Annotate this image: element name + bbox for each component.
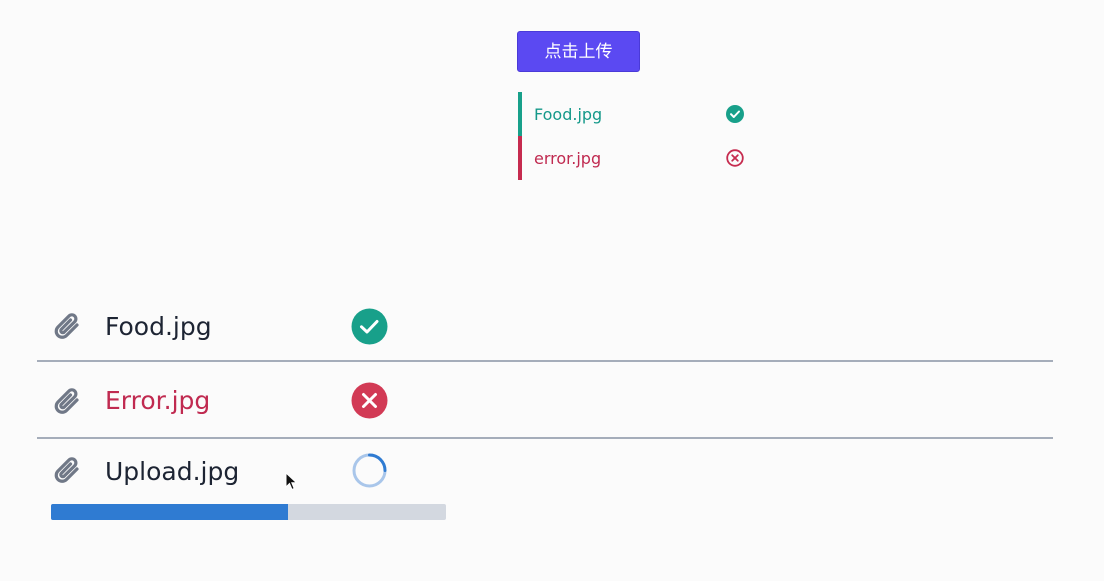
upload-progress-fill [51,504,288,520]
spinner-icon [352,453,387,488]
file-item-error[interactable]: error.jpg [518,136,758,180]
x-circle-outline-icon [726,149,744,167]
file-name: Upload.jpg [105,457,240,486]
file-row-success[interactable]: Food.jpg [37,298,1053,362]
paperclip-icon [54,388,79,414]
file-list: Food.jpg Error.jpg Upload.jpg [37,298,1053,539]
file-row-error[interactable]: Error.jpg [37,362,1053,439]
upload-button[interactable]: 点击上传 [517,31,640,72]
file-name: Error.jpg [105,386,211,415]
check-circle-icon [726,105,744,123]
file-name: Food.jpg [105,312,212,341]
file-name: Food.jpg [534,105,603,124]
x-circle-icon [351,382,388,419]
check-circle-icon [351,308,388,345]
file-row-uploading[interactable]: Upload.jpg [37,439,1053,539]
mouse-cursor-icon [285,472,298,491]
paperclip-icon [54,313,79,339]
file-item-success[interactable]: Food.jpg [518,92,758,136]
paperclip-icon [54,457,79,483]
upload-progress-bar [51,504,446,520]
file-name: error.jpg [534,149,602,168]
upload-file-list: Food.jpg error.jpg [518,92,758,180]
